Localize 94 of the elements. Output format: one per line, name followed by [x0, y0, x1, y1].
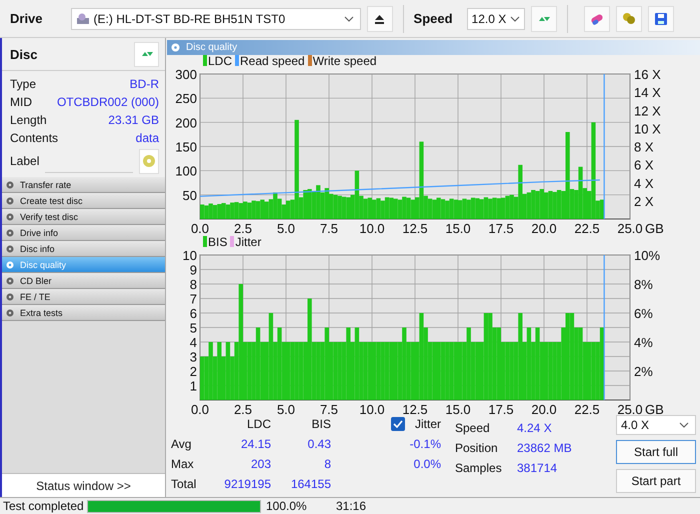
progress-percent: 100.0%: [266, 499, 308, 513]
speed-label: Speed: [414, 11, 453, 26]
axis-label: 6%: [634, 306, 653, 321]
axis-label: 4: [190, 335, 197, 350]
axis-label: 7: [190, 292, 197, 306]
axis-label: 4 X: [634, 176, 654, 191]
jitter-value: -0.1%: [408, 436, 441, 452]
axis-label: 25.0: [617, 402, 643, 417]
axis-label: 20.0: [531, 402, 557, 417]
info-label: Speed: [455, 421, 491, 435]
axis-label: 20.0: [531, 221, 557, 236]
row-label: Total: [171, 476, 198, 492]
info-label: Samples: [455, 461, 503, 475]
axis-label: 16 X: [634, 67, 661, 82]
column-header: LDC: [246, 416, 271, 432]
axis-label: 8: [190, 277, 197, 292]
row-label: Avg: [171, 436, 192, 452]
field-value: BD-R: [130, 77, 159, 91]
disc-title: Disc: [10, 46, 38, 62]
axis-label: 22.5: [574, 221, 600, 236]
field-label: Type: [10, 77, 36, 91]
jitter-label: Jitter: [414, 416, 441, 432]
axis-label: 2.5: [234, 402, 252, 417]
axis-label: 8 X: [634, 140, 654, 154]
axis-label: 5: [190, 320, 197, 336]
axis-label: 6: [190, 306, 197, 321]
field-value: data: [136, 131, 159, 145]
axis-label: 2: [190, 364, 197, 379]
axis-label: 300: [175, 67, 197, 82]
axis-label: 10.0: [359, 221, 385, 236]
jitter-value: 0.0%: [412, 456, 441, 472]
axis-label: 7.5: [320, 402, 338, 417]
axis-label: 17.5: [488, 221, 514, 236]
legend-label: Write speed: [312, 54, 377, 68]
status-text: Test completed: [2, 499, 85, 513]
stat-value: 0.43: [306, 436, 331, 452]
axis-label: 10 X: [634, 121, 661, 136]
axis-label: 250: [175, 91, 197, 106]
axis-unit: GB: [645, 221, 664, 236]
field-label: Label: [10, 154, 40, 168]
stat-value: 24.15: [240, 436, 271, 452]
info-value: 4.24 X: [517, 421, 553, 435]
axis-label: 50: [182, 188, 197, 203]
elapsed-time: 31:16: [336, 499, 366, 513]
field-value: OTCBDR002 (000): [56, 95, 159, 109]
legend-label: Jitter: [235, 234, 262, 248]
stat-value: 164155: [290, 476, 331, 492]
axis-label: 9: [190, 262, 197, 278]
column-header: BIS: [310, 416, 331, 432]
legend-label: LDC: [208, 54, 232, 68]
axis-label: 2 X: [634, 194, 654, 209]
axis-label: 17.5: [488, 402, 514, 417]
axis-label: 14 X: [634, 85, 661, 100]
axis-label: 2%: [634, 364, 653, 379]
axis-label: 10%: [634, 248, 660, 263]
axis-label: 0.0: [190, 221, 210, 236]
axis-label: 6 X: [634, 158, 654, 173]
info-label: Position: [455, 441, 499, 455]
axis-label: 0.0: [190, 402, 210, 417]
axis-label: 4%: [634, 335, 653, 350]
stat-value: 9219195: [223, 476, 271, 492]
axis-label: 100: [175, 164, 197, 179]
axis-label: 10.0: [359, 402, 385, 417]
panel-title: Disc quality: [186, 42, 238, 53]
axis-label: 150: [175, 140, 197, 154]
axis-label: 22.5: [574, 402, 600, 417]
axis-label: 8%: [634, 277, 653, 292]
axis-label: 5.0: [276, 221, 296, 236]
stat-value: 203: [250, 456, 271, 472]
stat-value: 8: [323, 456, 331, 472]
axis-label: 12.5: [402, 402, 428, 417]
axis-label: 1: [190, 378, 197, 394]
axis-label: 200: [175, 115, 197, 130]
axis-label: 2.5: [234, 221, 252, 236]
field-label: Contents: [10, 131, 58, 145]
info-value: 381714: [517, 461, 558, 475]
info-value: 23862 MB: [517, 441, 573, 455]
axis-label: 3: [190, 350, 197, 364]
axis-unit: GB: [645, 402, 664, 417]
axis-label: 12.5: [402, 221, 428, 236]
axis-label: 12 X: [634, 103, 661, 118]
legend-label: Read speed: [240, 54, 305, 68]
axis-label: 15.0: [445, 221, 471, 236]
legend-label: BIS: [208, 234, 228, 248]
drive-label: Drive: [10, 11, 43, 26]
axis-label: 5.0: [276, 402, 296, 417]
axis-label: 7.5: [320, 221, 338, 236]
axis-label: 25.0: [617, 221, 643, 236]
field-label: Length: [10, 113, 47, 127]
row-label: Max: [171, 456, 195, 472]
axis-label: 15.0: [445, 402, 471, 417]
field-value: 23.31 GB: [108, 113, 159, 127]
field-label: MID: [10, 95, 32, 109]
axis-label: 10: [182, 248, 197, 263]
